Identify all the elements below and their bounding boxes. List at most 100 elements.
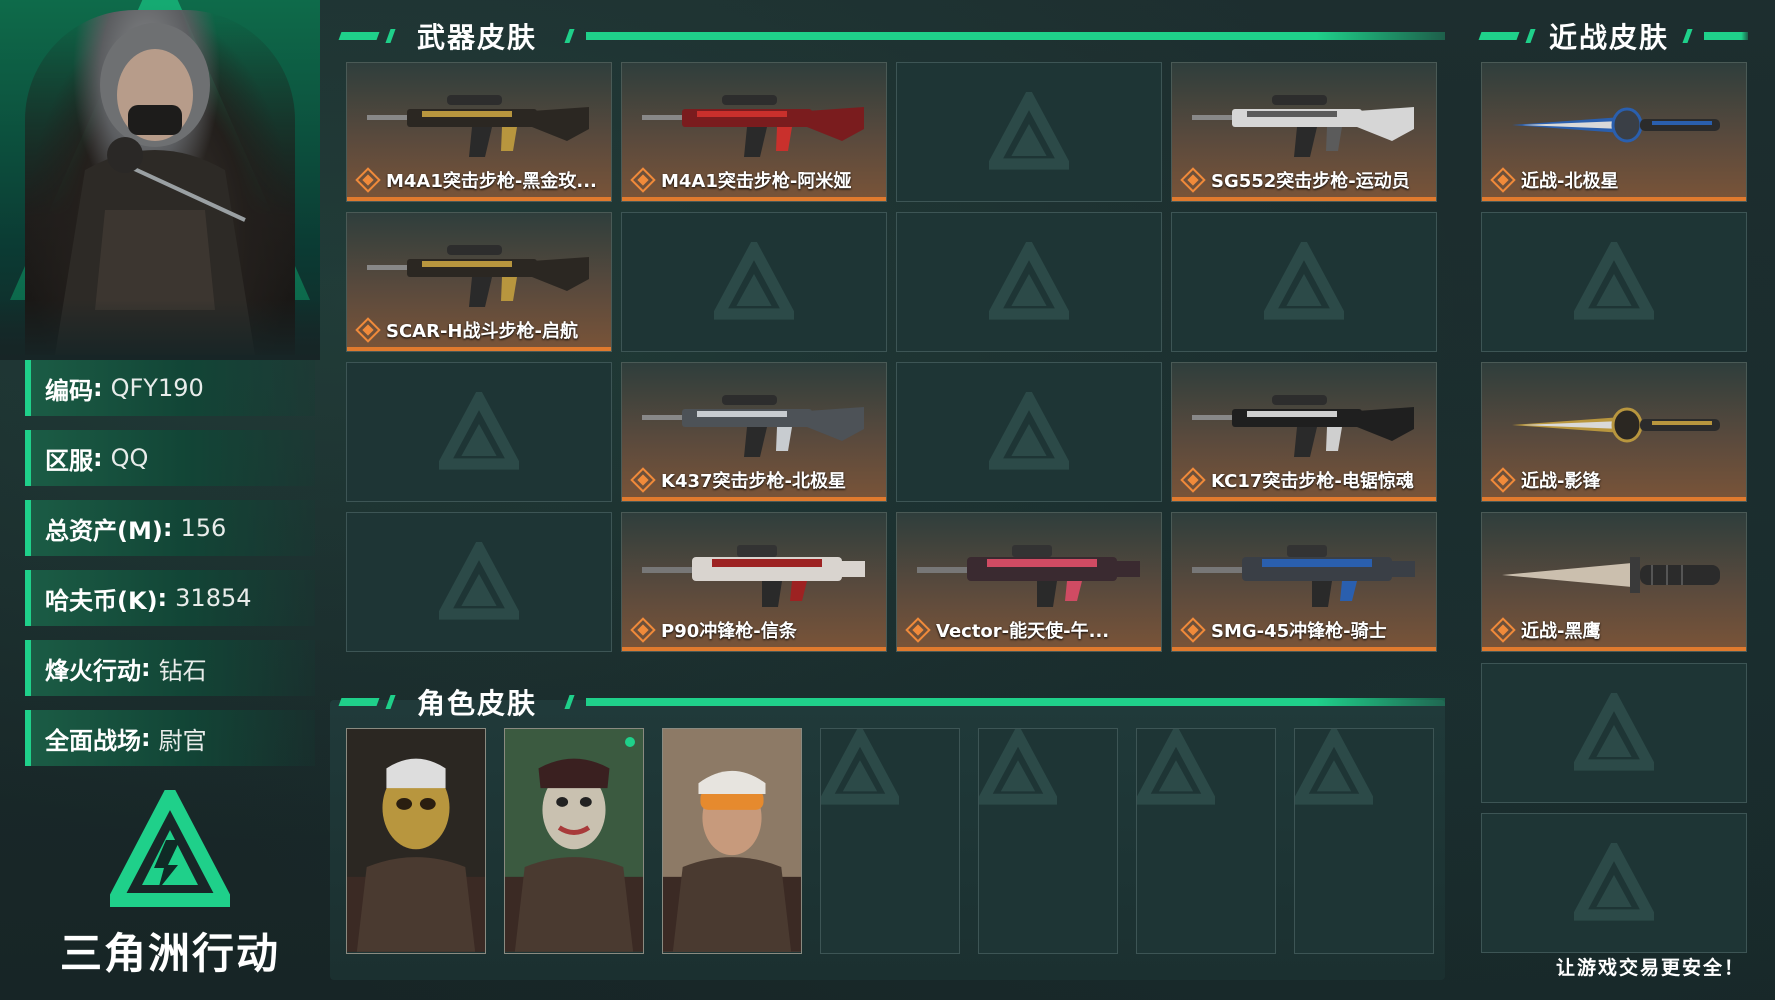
info-value: 尉官: [158, 726, 207, 755]
delta-triangle-icon: [439, 542, 519, 620]
weapon-skin-card[interactable]: M4A1突击步枪-阿米娅: [621, 62, 887, 202]
footer-slogan: 让游戏交易更安全！: [1555, 957, 1745, 979]
info-key: 全面战场: [45, 726, 141, 755]
operator-saw-mask-icon: [505, 729, 643, 952]
info-row-assets: 总资产(M): 156: [25, 500, 315, 556]
skin-label: 近战-北极星: [1490, 167, 1619, 193]
operator-goggles-icon: [663, 729, 801, 952]
rarity-diamond-icon: [630, 167, 656, 193]
delta-triangle-icon: [439, 392, 519, 470]
weapon-skin-card[interactable]: SG552突击步枪-运动员: [1171, 62, 1437, 202]
info-key: 烽火行动: [45, 656, 141, 685]
delta-triangle-icon: [1137, 729, 1220, 805]
weapon-skin-card-empty[interactable]: [621, 212, 887, 352]
delta-triangle-icon: [821, 729, 904, 805]
character-skin-card-empty[interactable]: [978, 728, 1118, 954]
rarity-diamond-icon: [355, 167, 381, 193]
rifle-icon: [367, 95, 589, 157]
info-key: 区服: [45, 446, 93, 475]
rarity-diamond-icon: [630, 467, 656, 493]
portrait-fade: [0, 300, 320, 360]
character-skin-card[interactable]: [662, 728, 802, 954]
skin-label: SG552突击步枪-运动员: [1180, 167, 1410, 193]
melee-skin-card-empty[interactable]: [1481, 663, 1747, 803]
info-row-code: 编码: QFY190: [25, 360, 315, 416]
header-stripe: [1525, 29, 1536, 43]
header-stripe: [564, 695, 575, 709]
delta-triangle-icon: [1574, 843, 1654, 921]
rarity-diamond-icon: [355, 317, 381, 343]
info-row-operation-rank: 烽火行动: 钻石: [25, 640, 315, 696]
info-colon: :: [93, 374, 103, 402]
skin-name: K437突击步枪-北极星: [661, 471, 846, 492]
profile-info-list: 编码: QFY190 区服: QQ 总资产(M): 156 哈夫币(K): 31…: [25, 360, 315, 780]
weapon-skin-card[interactable]: KC17突击步枪-电锯惊魂: [1171, 362, 1437, 502]
weapon-skin-card-empty[interactable]: [346, 362, 612, 502]
skin-label: SMG-45冲锋枪-骑士: [1180, 617, 1387, 643]
info-colon: :: [141, 724, 151, 752]
skin-name: SG552突击步枪-运动员: [1211, 171, 1410, 192]
melee-skin-card[interactable]: 近战-北极星: [1481, 62, 1747, 202]
weapon-skin-card[interactable]: P90冲锋枪-信条: [621, 512, 887, 652]
info-colon: :: [93, 444, 103, 472]
header-bar: [586, 32, 1445, 40]
character-skin-card-empty[interactable]: [1294, 728, 1434, 954]
dagger-icon: [1512, 107, 1720, 143]
melee-skin-card-empty[interactable]: [1481, 212, 1747, 352]
skin-label: M4A1突击步枪-黑金玫...: [355, 167, 597, 193]
character-skin-card[interactable]: [504, 728, 644, 954]
info-value: 钻石: [158, 656, 207, 685]
weapon-skin-card-empty[interactable]: [896, 362, 1162, 502]
logo-text: 三角洲行动: [60, 929, 281, 978]
character-section-title: 角色皮肤: [417, 687, 538, 720]
skin-name: 近战-北极星: [1521, 171, 1619, 192]
info-colon: :: [157, 584, 168, 612]
weapon-skin-card-empty[interactable]: [896, 62, 1162, 202]
delta-triangle-icon: [979, 729, 1062, 805]
rarity-diamond-icon: [1490, 617, 1516, 643]
header-stripe: [564, 29, 575, 43]
delta-triangle-icon: [714, 242, 794, 320]
character-skin-card-empty[interactable]: [1136, 728, 1276, 954]
weapon-skin-card-empty[interactable]: [1171, 212, 1437, 352]
header-stripe: [1682, 29, 1693, 43]
smg-icon: [1192, 545, 1415, 607]
skin-name: 近战-影锋: [1521, 471, 1601, 492]
weapon-section-header: 武器皮肤: [338, 16, 1445, 56]
weapon-skin-card-empty[interactable]: [346, 512, 612, 652]
rarity-diamond-icon: [905, 617, 931, 643]
weapon-skin-card[interactable]: SMG-45冲锋枪-骑士: [1171, 512, 1437, 652]
weapon-skin-card[interactable]: SCAR-H战斗步枪-启航: [346, 212, 612, 352]
skin-name: SMG-45冲锋枪-骑士: [1211, 621, 1387, 642]
rarity-diamond-icon: [1180, 467, 1206, 493]
skin-label: P90冲锋枪-信条: [630, 617, 797, 643]
header-stripe: [338, 32, 380, 40]
delta-triangle-icon: [989, 392, 1069, 470]
melee-skin-card-empty[interactable]: [1481, 813, 1747, 953]
delta-triangle-icon: [1574, 693, 1654, 771]
dagger-icon: [1512, 407, 1720, 443]
weapon-section-title: 武器皮肤: [417, 21, 538, 54]
melee-section-header: 近战皮肤: [1478, 16, 1748, 56]
skin-name: P90冲锋枪-信条: [661, 621, 797, 642]
info-value: 156: [180, 514, 227, 542]
skin-label: M4A1突击步枪-阿米娅: [630, 167, 851, 193]
rarity-diamond-icon: [1490, 167, 1516, 193]
weapon-skin-card[interactable]: Vector-能天使-午...: [896, 512, 1162, 652]
character-skin-card-empty[interactable]: [820, 728, 960, 954]
weapon-skin-card[interactable]: M4A1突击步枪-黑金玫...: [346, 62, 612, 202]
header-bar: [1704, 32, 1748, 40]
rarity-diamond-icon: [1180, 167, 1206, 193]
melee-skin-card[interactable]: 近战-影锋: [1481, 362, 1747, 502]
header-stripe: [385, 29, 396, 43]
delta-triangle-icon: [1264, 242, 1344, 320]
skin-label: SCAR-H战斗步枪-启航: [355, 317, 578, 343]
info-row-warfare-rank: 全面战场: 尉官: [25, 710, 315, 766]
header-stripe: [385, 695, 396, 709]
weapon-skin-card[interactable]: K437突击步枪-北极星: [621, 362, 887, 502]
weapon-skin-card-empty[interactable]: [896, 212, 1162, 352]
melee-skin-card[interactable]: 近战-黑鹰: [1481, 512, 1747, 652]
character-skin-card[interactable]: [346, 728, 486, 954]
rifle-icon: [1192, 395, 1414, 457]
info-key: 编码: [45, 376, 93, 405]
